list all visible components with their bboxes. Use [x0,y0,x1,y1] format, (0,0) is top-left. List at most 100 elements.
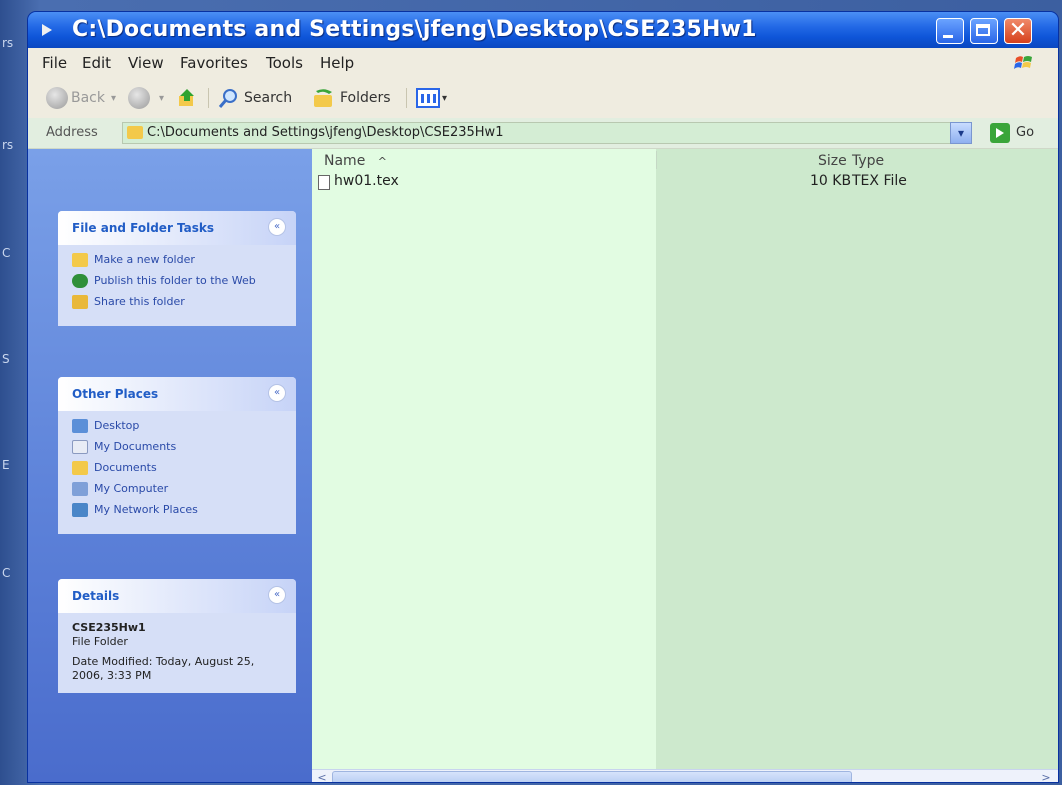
other-columns-background [656,149,1058,769]
new-folder-icon [72,253,88,267]
desktop-icon-label[interactable]: S [2,352,10,366]
close-button[interactable]: ✕ [1004,18,1032,44]
address-input[interactable]: C:\Documents and Settings\jfeng\Desktop\… [122,122,972,144]
details-kind: File Folder [72,635,128,648]
go-label[interactable]: Go [1016,125,1034,140]
details-name: CSE235Hw1 [72,621,146,634]
maximize-button[interactable] [970,18,998,44]
window-icon [42,24,52,36]
desktop-icon-label[interactable]: E [2,458,10,472]
panel-header[interactable]: File and Folder Tasks « [58,211,296,245]
share-folder-icon [72,295,88,309]
place-my-computer[interactable]: My Computer [72,482,286,496]
task-label: Share this folder [94,295,185,308]
task-publish-folder[interactable]: Publish this folder to the Web [72,274,286,288]
place-label: Desktop [94,419,140,432]
file-name: hw01.tex [334,173,399,189]
panel-title: File and Folder Tasks [72,221,215,235]
back-arrow-icon [46,87,68,109]
column-header-type[interactable]: Type [852,153,884,169]
scroll-thumb[interactable] [332,771,852,782]
task-make-new-folder[interactable]: Make a new folder [72,253,286,267]
task-pane: File and Folder Tasks « Make a new folde… [28,149,312,782]
column-header-name[interactable]: Name ^ [324,153,387,169]
search-button[interactable]: Search [218,86,292,110]
folder-icon [127,126,143,139]
forward-arrow-icon [128,87,150,109]
up-folder-icon [179,89,194,106]
views-icon [416,88,440,108]
scroll-left-arrow-icon[interactable]: < [314,771,330,782]
menu-help[interactable]: Help [320,54,354,72]
place-label: My Computer [94,482,169,495]
address-bar: Address C:\Documents and Settings\jfeng\… [28,118,1058,149]
standard-toolbar: Back ▾ ▾ Search Folders ▾ [28,78,1058,119]
my-documents-icon [72,440,88,454]
minimize-button[interactable] [936,18,964,44]
file-type: TEX File [852,173,907,189]
my-computer-icon [72,482,88,496]
collapse-chevron-icon[interactable]: « [268,218,286,236]
horizontal-scrollbar[interactable]: < > [312,769,1058,782]
place-my-network-places[interactable]: My Network Places [72,503,286,517]
windows-logo-icon [1014,56,1032,69]
folders-icon [314,89,332,107]
address-label: Address [46,125,98,140]
file-row[interactable]: hw01.tex 10 KB TEX File [312,173,1058,195]
task-share-folder[interactable]: Share this folder [72,295,286,309]
place-my-documents[interactable]: My Documents [72,440,286,454]
task-label: Publish this folder to the Web [94,274,256,287]
place-label: My Network Places [94,503,198,516]
panel-title: Details [72,589,120,603]
forward-button[interactable]: ▾ [128,86,164,110]
folder-icon [72,461,88,475]
desktop-icon-label[interactable]: rs [2,138,13,152]
back-button[interactable]: Back ▾ [46,86,116,110]
globe-icon [72,274,88,288]
column-header-size[interactable]: Size [818,153,847,169]
place-label: Documents [94,461,157,474]
menu-tools[interactable]: Tools [266,54,303,72]
menu-edit[interactable]: Edit [82,54,111,72]
place-documents[interactable]: Documents [72,461,286,475]
explorer-window: C:\Documents and Settings\jfeng\Desktop\… [28,12,1058,782]
sort-ascending-icon: ^ [377,155,387,168]
go-button[interactable] [990,123,1010,143]
panel-header[interactable]: Details « [58,579,296,613]
collapse-chevron-icon[interactable]: « [268,384,286,402]
task-label: Make a new folder [94,253,195,266]
go-arrow-icon [996,128,1004,138]
title-bar[interactable]: C:\Documents and Settings\jfeng\Desktop\… [28,12,1058,48]
menu-favorites[interactable]: Favorites [180,54,248,72]
panel-title: Other Places [72,387,159,401]
column-divider[interactable] [656,151,657,169]
details-modified: Date Modified: Today, August 25, 2006, 3… [72,655,255,682]
window-title: C:\Documents and Settings\jfeng\Desktop\… [72,17,757,42]
search-label: Search [244,90,293,106]
other-places-panel: Other Places « Desktop My Documents Docu… [58,377,296,534]
menu-view[interactable]: View [128,54,164,72]
column-name-label: Name [324,153,366,169]
address-value: C:\Documents and Settings\jfeng\Desktop\… [147,125,504,140]
back-dropdown-icon[interactable]: ▾ [111,93,116,104]
desktop-icon-label[interactable]: C [2,246,10,260]
address-dropdown-button[interactable]: ▾ [950,122,972,144]
scroll-right-arrow-icon[interactable]: > [1038,771,1054,782]
folders-button[interactable]: Folders [312,86,391,110]
folders-label: Folders [340,90,391,106]
panel-header[interactable]: Other Places « [58,377,296,411]
file-list-view[interactable]: Name ^ Size Type hw01.tex 10 KB TEX File [312,149,1058,782]
toolbar-separator [406,88,407,108]
tex-file-icon [318,175,330,190]
forward-dropdown-icon[interactable]: ▾ [159,93,164,104]
up-folder-button[interactable] [176,86,198,110]
desktop-icon-label[interactable]: rs [2,36,13,50]
views-button[interactable]: ▾ [416,86,447,110]
desktop-icon-label[interactable]: C [2,566,10,580]
file-folder-tasks-panel: File and Folder Tasks « Make a new folde… [58,211,296,326]
place-desktop[interactable]: Desktop [72,419,286,433]
menu-file[interactable]: File [42,54,67,72]
close-icon: ✕ [1008,18,1028,43]
collapse-chevron-icon[interactable]: « [268,586,286,604]
search-icon [218,89,237,108]
